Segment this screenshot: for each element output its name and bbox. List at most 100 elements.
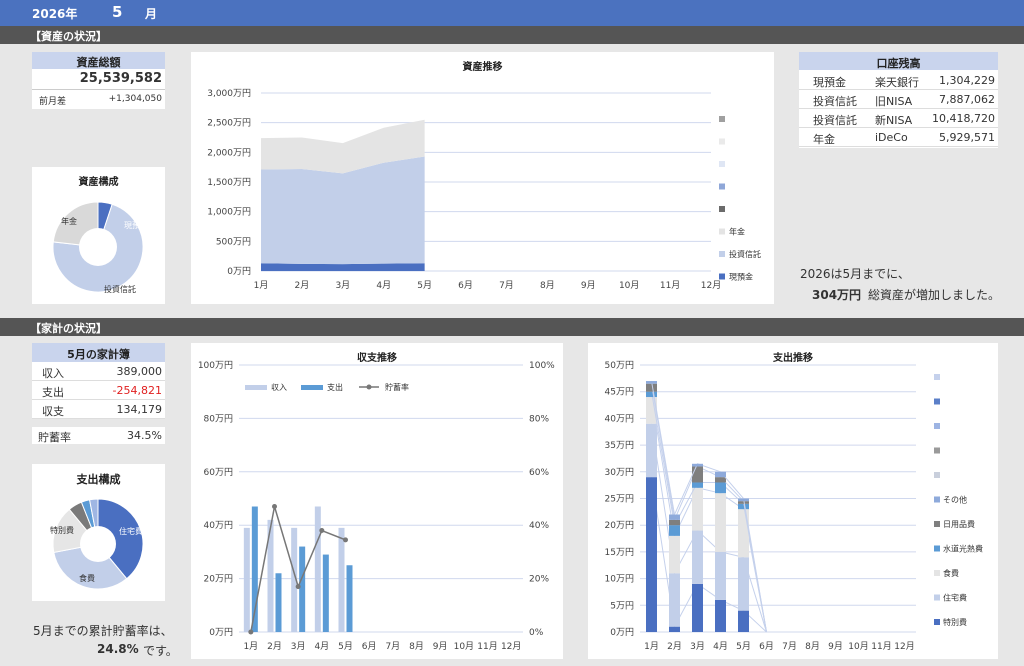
- income-bar: [314, 506, 321, 632]
- income-bar: [338, 527, 345, 632]
- expense-bar: [346, 565, 353, 632]
- legend-label: 現預金: [729, 272, 753, 282]
- savings-summary-line2: です。: [143, 644, 178, 658]
- legend-swatch: [934, 545, 940, 552]
- x-tick-label: 10月: [848, 641, 868, 652]
- x-tick-label: 7月: [782, 641, 797, 652]
- stacked-bar-segment: [738, 501, 749, 504]
- stacked-bar-segment: [692, 463, 703, 467]
- household-value: 389,000: [116, 365, 163, 378]
- legend-swatch: [934, 374, 940, 380]
- household-card: 5月の家計簿 収入 389,000 支出 -254,821 収支 134,179: [32, 343, 165, 419]
- income-bar: [243, 527, 250, 632]
- pie-label-special: 特別費: [50, 525, 74, 535]
- legend-label: 住宅費: [943, 593, 967, 603]
- stacked-bar-segment: [715, 551, 726, 600]
- account-name: 旧NISA: [875, 95, 913, 108]
- y2-tick-label: 0%: [529, 628, 544, 638]
- pie-label-pension: 年金: [61, 216, 77, 226]
- expense-composition-card: 支出構成 住宅費 食費 特別費: [32, 464, 165, 601]
- asset-pie-chart: 現預金 年金 投資信託: [52, 201, 148, 294]
- savings-rate-value: 34.5%: [127, 429, 162, 442]
- legend-swatch: [719, 183, 725, 190]
- account-type: 投資信託: [813, 114, 857, 127]
- x-tick-label: 9月: [433, 641, 448, 652]
- y-tick-label: 1,500万円: [207, 177, 251, 188]
- account-row: 年金 iDeCo 5,929,571: [799, 128, 998, 147]
- y-tick-label: 0万円: [227, 266, 251, 277]
- savings-rate-point: [248, 629, 254, 635]
- savings-rate-row: 貯蓄率 34.5%: [32, 427, 165, 444]
- stacked-bar-segment: [646, 383, 657, 392]
- y-tick-label: 0万円: [209, 627, 233, 638]
- x-tick-label: 9月: [581, 280, 596, 291]
- stacked-bar-segment: [646, 381, 657, 384]
- savings-rate-point: [319, 528, 325, 534]
- legend-swatch: [245, 385, 267, 390]
- savings-rate-point: [343, 537, 348, 543]
- stacked-bar-segment: [715, 493, 726, 552]
- account-name: 楽天銀行: [875, 76, 919, 89]
- y-tick-label: 40万円: [605, 413, 634, 424]
- x-tick-label: 7月: [385, 641, 400, 652]
- y-tick-label: 3,000万円: [207, 88, 251, 99]
- legend-swatch: [719, 206, 725, 212]
- month-suffix: 月: [145, 7, 158, 21]
- y-tick-label: 10万円: [605, 574, 634, 585]
- x-tick-label: 5月: [338, 641, 353, 652]
- legend-label: 特別費: [943, 617, 967, 627]
- account-value: 5,929,571: [939, 131, 995, 144]
- savings-rate-point: [295, 584, 301, 590]
- x-tick-label: 4月: [376, 280, 391, 291]
- x-tick-label: 9月: [828, 641, 843, 652]
- household-row: 収支 134,179: [32, 400, 165, 419]
- asset-summary-line1: 2026は5月までに、: [800, 267, 910, 281]
- x-tick-label: 11月: [871, 641, 891, 652]
- x-tick-label: 4月: [713, 641, 728, 652]
- total-assets-value: 25,539,582: [79, 71, 162, 86]
- stacked-bar-segment: [646, 477, 657, 632]
- household-row: 収入 389,000: [32, 362, 165, 381]
- y-tick-label: 1,000万円: [207, 207, 251, 218]
- y-tick-label: 25万円: [605, 494, 634, 505]
- x-tick-label: 6月: [458, 280, 473, 291]
- series-connector: [651, 391, 767, 633]
- stacked-bar-segment: [738, 503, 749, 510]
- savings-summary-line1: 5月までの累計貯蓄率は、: [33, 624, 173, 638]
- y2-tick-label: 40%: [529, 521, 549, 531]
- legend-label: 収入: [271, 382, 287, 392]
- stacked-bar-segment: [646, 391, 657, 398]
- expense-trend-card: 支出推移 0万円 5万円 10万円 15万円 20万円 25万円 30万円 35万円 40万円 4…: [588, 343, 998, 659]
- legend-label: 日用品費: [943, 519, 975, 529]
- stacked-bar-segment: [738, 498, 749, 502]
- x-tick-label: 11月: [660, 280, 680, 291]
- x-tick-label: 11月: [477, 641, 497, 652]
- legend-label: その他: [943, 495, 967, 505]
- stacked-bar-segment: [738, 610, 749, 632]
- y-tick-label: 50万円: [605, 360, 634, 371]
- legend-swatch: [719, 228, 725, 235]
- y-tick-label: 15万円: [605, 547, 634, 558]
- legend-label: 水道光熱費: [943, 544, 983, 554]
- account-type: 投資信託: [813, 95, 857, 108]
- y-tick-label: 20万円: [204, 574, 233, 585]
- account-type: 現預金: [813, 76, 846, 89]
- legend-swatch: [934, 570, 940, 576]
- stacked-bar-segment: [715, 477, 726, 483]
- household-label: 支出: [42, 386, 64, 399]
- asset-summary-line2: 総資産が増加しました。: [868, 288, 1001, 302]
- household-value: 134,179: [116, 403, 163, 416]
- expense-bar: [322, 554, 329, 632]
- stacked-bar-segment: [669, 514, 680, 520]
- savings-summary-value: 24.8%: [97, 642, 139, 656]
- asset-summary-amount: 304万円: [812, 288, 862, 302]
- x-tick-label: 10月: [619, 280, 639, 291]
- x-tick-label: 2月: [295, 280, 310, 291]
- section-header-household: 【家計の状況】: [0, 318, 1024, 336]
- legend-swatch: [719, 138, 725, 145]
- account-type: 年金: [813, 133, 835, 146]
- household-label: 収支: [42, 405, 64, 418]
- account-name: iDeCo: [875, 131, 908, 144]
- section-header-assets: 【資産の状況】: [0, 26, 1024, 44]
- y-tick-label: 2,000万円: [207, 147, 251, 158]
